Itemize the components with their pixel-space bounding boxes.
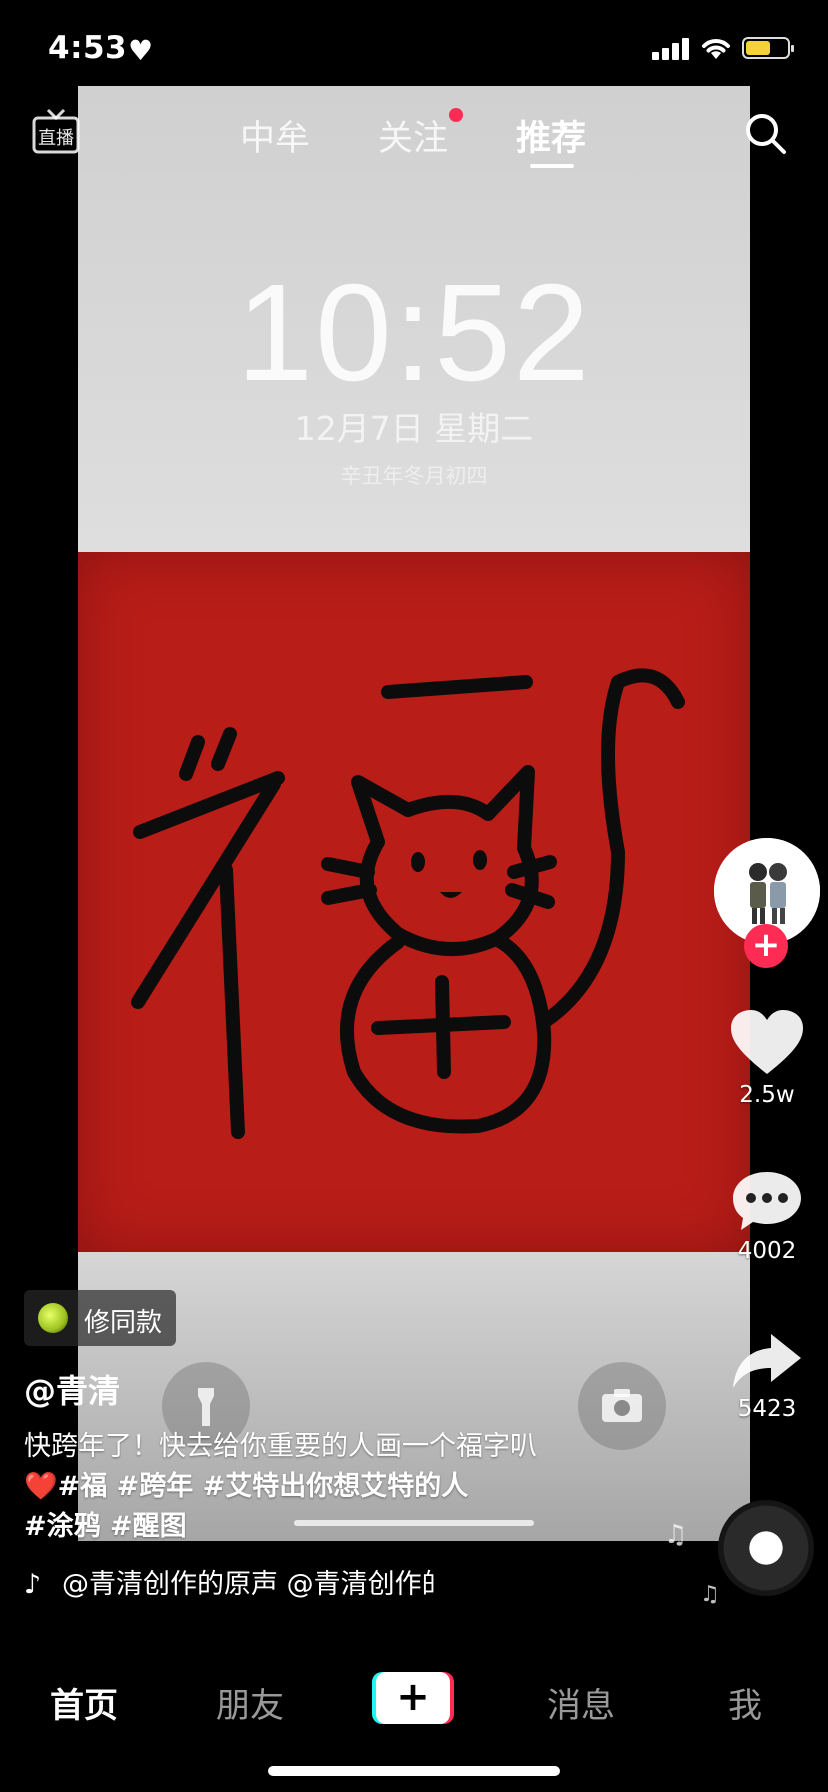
lockscreen-lunar-date: 辛丑年冬月初四 <box>340 464 488 488</box>
music-note-icon: ♫ <box>700 1582 720 1607</box>
fu-poster <box>78 552 750 1252</box>
tab-city[interactable]: 中牟 <box>240 110 310 161</box>
live-icon[interactable]: 直播 <box>32 108 80 156</box>
caption-hashtags[interactable]: #涂鸦 #醒图 <box>24 1504 187 1543</box>
heart-icon <box>731 1010 803 1074</box>
tab-friends[interactable]: 朋友 <box>216 1678 284 1727</box>
comment-icon <box>733 1172 801 1230</box>
plus-icon: + <box>376 1672 450 1724</box>
caption-text: 快跨年了！快去给你重要的人画一个福字叭 <box>24 1431 537 1462</box>
caption-hashtags[interactable]: ❤️#福 #跨年 #艾特出你想艾特的人 <box>24 1464 468 1503</box>
author-username[interactable]: @青清 <box>24 1366 120 1412</box>
like-count: 2.5w <box>739 1082 795 1108</box>
tab-recommended[interactable]: 推荐 <box>516 110 586 161</box>
wifi-icon <box>702 39 730 59</box>
share-count: 5423 <box>737 1396 797 1422</box>
tab-me[interactable]: 我 <box>728 1678 762 1727</box>
like-button[interactable]: 2.5w <box>712 1008 822 1108</box>
signal-bars-icon <box>652 38 692 60</box>
tab-following[interactable]: 关注 <box>378 110 448 161</box>
heart-status-icon: ♥ <box>128 34 154 67</box>
video-player[interactable]: 10:52 12月7日 星期二 辛丑年冬月初四 <box>78 86 750 1541</box>
tab-home[interactable]: 首页 <box>50 1678 118 1727</box>
lockscreen-date: 12月7日 星期二 <box>294 409 534 448</box>
music-disc[interactable] <box>718 1500 814 1596</box>
effect-tag-label: 修同款 <box>84 1308 163 1338</box>
follow-button[interactable]: + <box>744 924 788 968</box>
search-icon[interactable] <box>744 112 788 156</box>
music-ticker[interactable]: ♪ @青清创作的原声 @青清创作的原声 <box>24 1562 434 1601</box>
comment-count: 4002 <box>737 1238 797 1264</box>
status-time: 4:53 <box>48 30 128 66</box>
tennis-ball-icon <box>38 1303 68 1333</box>
music-note-icon: ♫ <box>664 1520 688 1550</box>
share-button[interactable]: 5423 <box>712 1330 822 1422</box>
music-title: @青清创作的原声 @青清创作的原声 <box>62 1569 434 1600</box>
share-icon <box>733 1334 801 1388</box>
notification-dot <box>449 108 463 122</box>
create-button[interactable]: + <box>372 1672 454 1724</box>
live-icon-label: 直播 <box>38 128 74 149</box>
fu-cat-drawing <box>131 668 685 1139</box>
battery-icon <box>742 37 794 59</box>
home-indicator <box>268 1766 560 1776</box>
tiktok-note-icon: ♪ <box>24 1569 42 1600</box>
camera-icon <box>578 1362 666 1450</box>
active-tab-indicator <box>530 164 574 168</box>
effect-tag-chip[interactable]: 修同款 <box>24 1290 176 1346</box>
lockscreen-time: 10:52 <box>236 256 592 410</box>
comment-button[interactable]: 4002 <box>712 1168 822 1264</box>
tab-messages[interactable]: 消息 <box>547 1678 615 1727</box>
